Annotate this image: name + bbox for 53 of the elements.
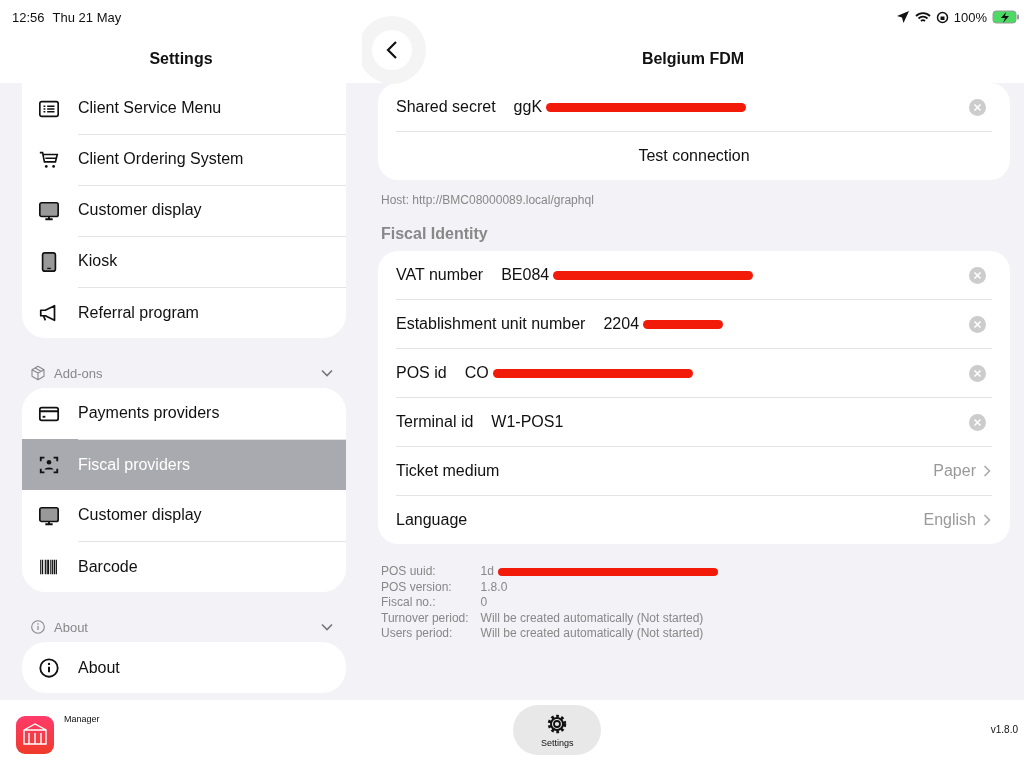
chevron-right-icon[interactable] bbox=[982, 464, 992, 478]
app-name: Manager bbox=[64, 713, 100, 724]
box-icon bbox=[30, 365, 46, 381]
field-label: POS id bbox=[396, 364, 447, 382]
clear-icon[interactable] bbox=[969, 315, 986, 333]
field-label: Language bbox=[396, 511, 469, 529]
info-icon bbox=[30, 619, 46, 635]
field-label: VAT number bbox=[396, 266, 484, 284]
clear-icon[interactable] bbox=[969, 266, 986, 284]
sidebar-title: Settings bbox=[149, 49, 213, 68]
field-value[interactable]: ggK bbox=[513, 98, 543, 116]
field-label: Terminal id bbox=[396, 413, 474, 431]
info-label: Users period: bbox=[381, 626, 454, 642]
info-label: POS version: bbox=[381, 579, 453, 595]
info-label: POS uuid: bbox=[381, 564, 437, 580]
field-value[interactable]: CO bbox=[464, 364, 489, 382]
settings-tab[interactable]: Settings bbox=[513, 704, 602, 755]
section-header: Add-ons bbox=[54, 365, 104, 381]
rotation-lock-icon bbox=[935, 10, 949, 24]
clear-icon[interactable] bbox=[969, 364, 986, 382]
field-value[interactable]: W1-POS1 bbox=[491, 413, 564, 431]
field-label: Shared secret bbox=[396, 98, 496, 116]
info-value: 0 bbox=[480, 595, 488, 611]
wifi-icon bbox=[914, 10, 931, 24]
section-header: About bbox=[54, 619, 89, 635]
app-icon[interactable] bbox=[16, 715, 54, 754]
location-icon bbox=[895, 10, 910, 24]
battery-percent: 100% bbox=[953, 9, 987, 25]
page-title: Belgium FDM bbox=[641, 49, 745, 68]
field-value[interactable]: BE084 bbox=[501, 266, 550, 284]
info-value: Will be created automatically (Not started) bbox=[480, 610, 704, 626]
test-connection-button[interactable]: Test connection bbox=[396, 147, 992, 165]
monitor-icon bbox=[38, 504, 60, 527]
status-time: 12:56 bbox=[12, 9, 45, 25]
info-value: 1.8.0 bbox=[480, 579, 508, 595]
clear-icon[interactable] bbox=[969, 98, 986, 116]
info-value: Will be created automatically (Not started) bbox=[480, 626, 704, 642]
field-value[interactable]: 2204 bbox=[603, 315, 640, 333]
field-label: Ticket medium bbox=[396, 462, 501, 480]
info-icon bbox=[38, 656, 60, 679]
info-label: Turnover period: bbox=[381, 610, 469, 626]
clear-icon[interactable] bbox=[969, 413, 986, 431]
version-label: v1.8.0 bbox=[990, 724, 1018, 735]
status-date: Thu 21 May bbox=[52, 9, 122, 25]
host-note: Host: http://BMC08000089.local/graphql bbox=[380, 192, 595, 207]
chevron-right-icon[interactable] bbox=[982, 513, 992, 527]
info-label: Fiscal no.: bbox=[381, 595, 437, 611]
field-label: Establishment unit number bbox=[396, 315, 586, 333]
chevron-left-icon bbox=[385, 40, 399, 60]
section-title: Fiscal Identity bbox=[380, 224, 489, 244]
battery-charging-icon bbox=[992, 10, 1020, 24]
monitor-icon bbox=[38, 199, 60, 222]
info-value: 1d bbox=[480, 564, 494, 580]
